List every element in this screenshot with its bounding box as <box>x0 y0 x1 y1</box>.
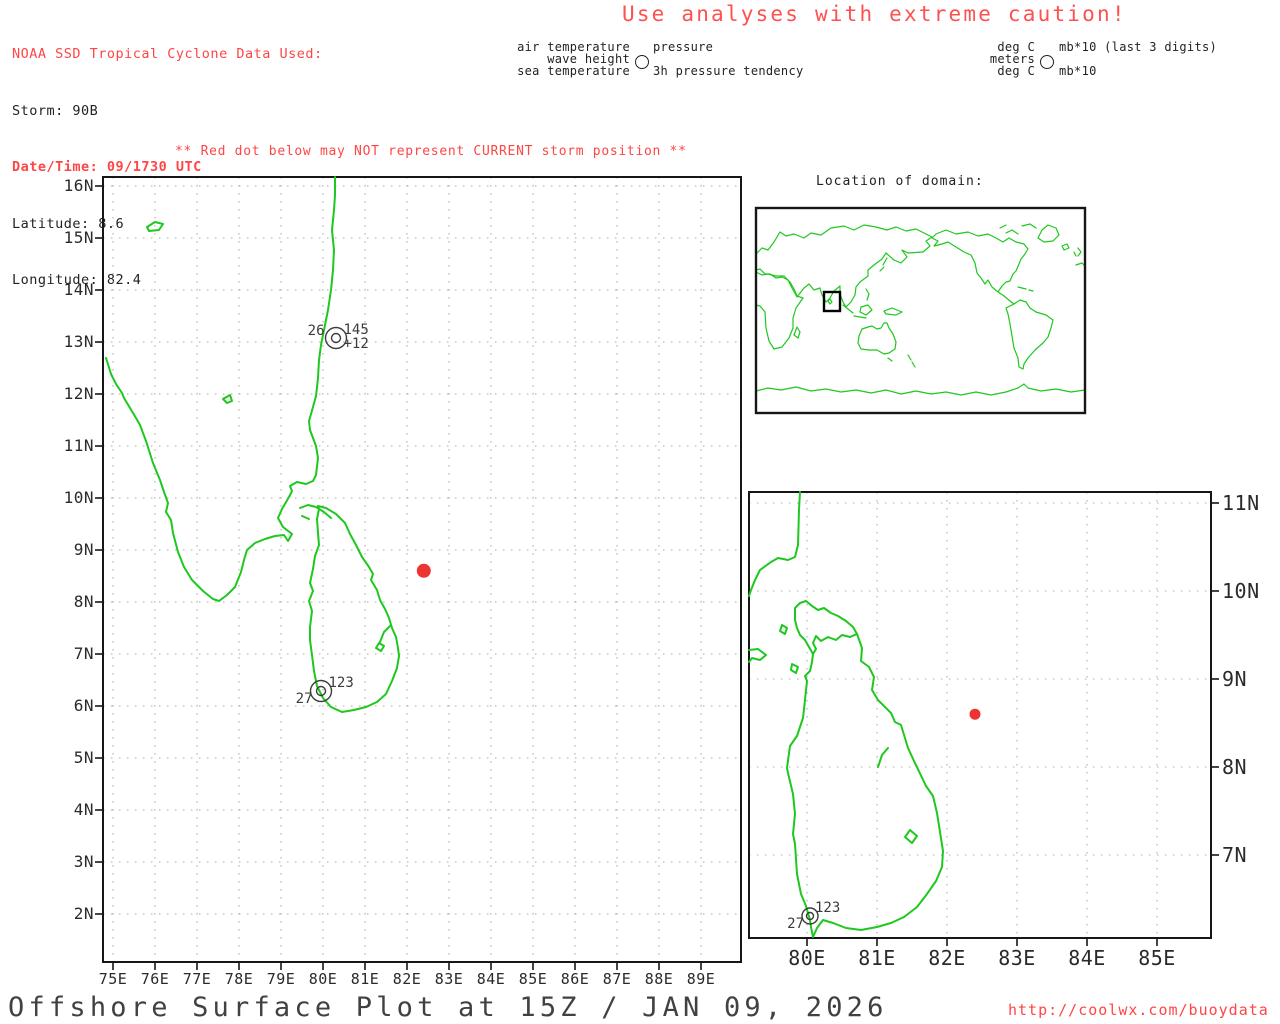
legend-sea-temp-units: deg C <box>997 64 1035 78</box>
main-map-y-tick-16N: 16N <box>63 176 94 195</box>
inset-world-map <box>754 206 1087 415</box>
main-map-x-tick-87E: 87E <box>602 970 632 988</box>
station-plot-colombo-detail: 123 27 <box>787 900 840 932</box>
legend-pressure-tendency: 3h pressure tendency <box>653 64 804 78</box>
station-pressure: 123 <box>329 675 354 691</box>
station-sea-temp: 27 <box>787 916 804 932</box>
main-map-y-tick-11N: 11N <box>63 436 94 455</box>
main-map-y-tick-8N: 8N <box>73 592 94 611</box>
main-map-y-tick-3N: 3N <box>73 852 94 871</box>
main-map-y-tick-13N: 13N <box>63 332 94 351</box>
tc-datetime: Date/Time: 09/1730 UTC <box>12 159 202 175</box>
main-map-x-tick-84E: 84E <box>476 970 506 988</box>
tc-storm-id: Storm: 90B <box>12 102 99 119</box>
main-map-y-tick-9N: 9N <box>73 540 94 559</box>
main-map-x-tick-80E: 80E <box>308 970 338 988</box>
detail-map-x-tick-82E: 82E <box>928 946 966 970</box>
inset-world-coastlines <box>755 223 1086 396</box>
station-plot-chennai: 26 145+12 <box>308 322 369 352</box>
caution-banner: Use analyses with extreme caution! <box>622 2 1127 26</box>
main-map-y-tick-5N: 5N <box>73 748 94 767</box>
detail-map-x-tick-83E: 83E <box>998 946 1036 970</box>
detail-map-x-tick-80E: 80E <box>788 946 826 970</box>
main-map-x-tick-89E: 89E <box>686 970 716 988</box>
detail-map-x-tick-84E: 84E <box>1068 946 1106 970</box>
main-map-x-tick-86E: 86E <box>560 970 590 988</box>
detail-map-y-tick-10N: 10N <box>1222 579 1260 603</box>
tc-info-header: NOAA SSD Tropical Cyclone Data Used: <box>12 46 323 62</box>
units-model-circle-icon <box>1040 55 1054 69</box>
source-url[interactable]: http://coolwx.com/buoydata <box>1008 1001 1269 1019</box>
detail-map-y-tick-7N: 7N <box>1222 843 1248 867</box>
main-map-y-tick-2N: 2N <box>73 904 94 923</box>
legend-pressure-units: mb*10 (last 3 digits) <box>1059 40 1218 54</box>
station-pressure: 123 <box>815 900 840 916</box>
main-map-x-tick-81E: 81E <box>350 970 380 988</box>
plot-title: Offshore Surface Plot at 15Z / JAN 09, 2… <box>8 992 888 1023</box>
offshore-surface-plot-page: NOAA SSD Tropical Cyclone Data Used: Sto… <box>0 0 1280 1024</box>
detail-map-x-tick-81E: 81E <box>858 946 896 970</box>
detail-map-coastlines <box>748 491 944 938</box>
main-map-ticks <box>95 185 702 970</box>
main-map-y-tick-4N: 4N <box>73 800 94 819</box>
legend-sea-temperature: sea temperature <box>517 64 630 78</box>
legend-pressure: pressure <box>653 40 714 54</box>
legend-tendency-units: mb*10 <box>1059 64 1097 78</box>
detail-map: 123 27 <box>748 491 1219 946</box>
main-map-x-tick-78E: 78E <box>224 970 254 988</box>
detail-map-y-tick-8N: 8N <box>1222 755 1248 779</box>
detail-map-y-tick-9N: 9N <box>1222 667 1248 691</box>
storm-position-warning: ** Red dot below may NOT represent CURRE… <box>175 144 687 159</box>
station-model-circle-icon <box>635 55 649 69</box>
storm-position-dot <box>416 563 431 578</box>
detail-map-y-tick-11N: 11N <box>1222 491 1260 515</box>
main-map-x-tick-76E: 76E <box>140 970 170 988</box>
main-map-y-tick-15N: 15N <box>63 228 94 247</box>
main-map-x-tick-79E: 79E <box>266 970 296 988</box>
main-map-y-tick-12N: 12N <box>63 384 94 403</box>
main-map-x-tick-88E: 88E <box>644 970 674 988</box>
main-map-x-tick-77E: 77E <box>182 970 212 988</box>
main-map-y-tick-7N: 7N <box>73 644 94 663</box>
main-map-coastlines <box>105 176 400 713</box>
station-air-temp: 26 <box>308 323 325 339</box>
main-map-x-tick-83E: 83E <box>434 970 464 988</box>
storm-position-dot-detail <box>969 708 981 720</box>
main-map-x-tick-75E: 75E <box>98 970 128 988</box>
main-map: 26 145+12 123 27 <box>95 176 742 970</box>
detail-map-x-tick-85E: 85E <box>1138 946 1176 970</box>
station-sea-temp: 27 <box>296 691 313 707</box>
inset-frame <box>754 206 1087 415</box>
station-plot-colombo: 123 27 <box>296 675 354 707</box>
main-map-y-tick-14N: 14N <box>63 280 94 299</box>
station-tendency: +12 <box>344 336 369 352</box>
main-map-x-tick-82E: 82E <box>392 970 422 988</box>
main-map-y-tick-10N: 10N <box>63 488 94 507</box>
main-map-y-tick-6N: 6N <box>73 696 94 715</box>
main-map-x-tick-85E: 85E <box>518 970 548 988</box>
inset-map-title: Location of domain: <box>816 174 984 189</box>
